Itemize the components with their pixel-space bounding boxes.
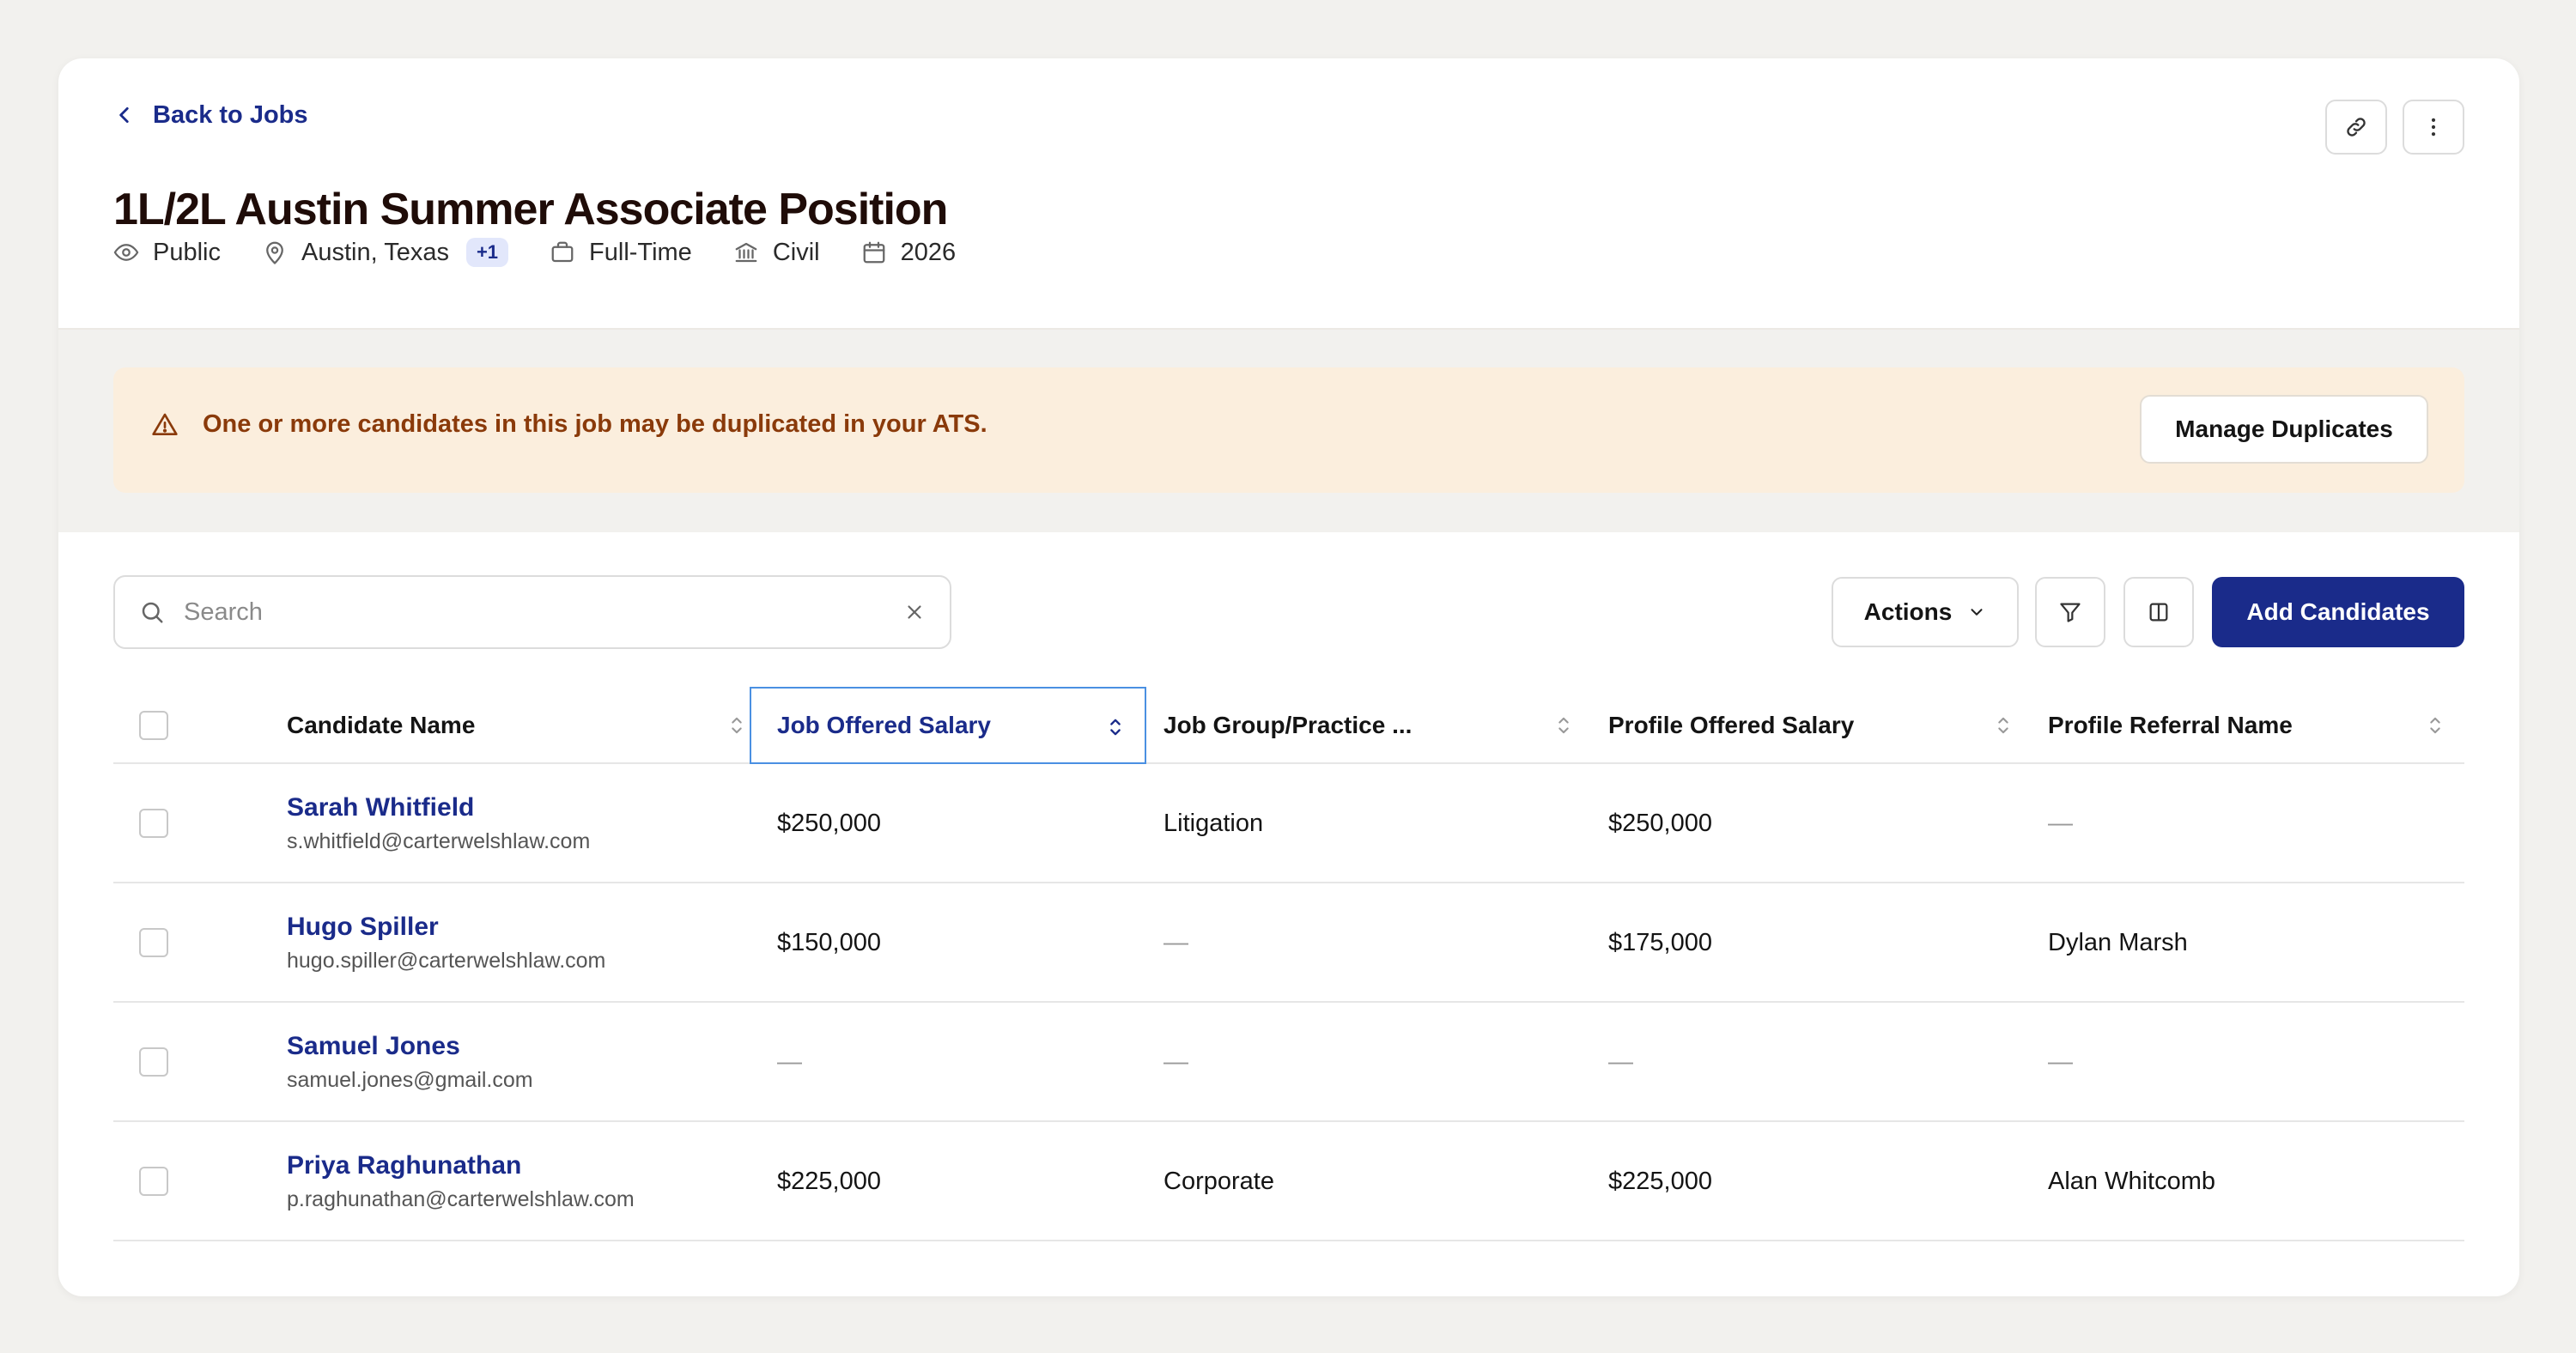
job-title: 1L/2L Austin Summer Associate Position (113, 185, 948, 234)
column-label: Job Group/Practice ... (1163, 712, 1413, 738)
job-detail-card: Back to Jobs 1L/2L Austin Summer Associa… (58, 58, 2519, 1296)
candidates-table: Candidate Name Job Offered Salary Job Gr… (113, 687, 2464, 1241)
year-meta: 2026 (861, 238, 957, 267)
group-cell: — (1163, 929, 1188, 956)
column-label: Profile Referral Name (2048, 712, 2293, 738)
chevron-down-icon (1971, 609, 1983, 616)
link-icon (2347, 118, 2366, 137)
location-label: Austin, Texas (301, 238, 449, 266)
search-box (113, 575, 951, 649)
table-row: Hugo Spiller hugo.spiller@carterwelshlaw… (113, 883, 2464, 1003)
candidate-cell: Priya Raghunathan p.raghunathan@carterwe… (287, 1122, 635, 1241)
sort-icon (1998, 717, 2008, 734)
sort-icon (2430, 717, 2440, 734)
job-salary-cell: $225,000 (777, 1168, 881, 1195)
candidate-name-link[interactable]: Priya Raghunathan (287, 1151, 521, 1180)
search-input[interactable] (184, 598, 903, 627)
banner-area: One or more candidates in this job may b… (58, 330, 2519, 532)
manage-duplicates-button[interactable]: Manage Duplicates (2140, 395, 2428, 464)
filter-button[interactable] (2035, 577, 2105, 647)
more-vertical-icon (2431, 118, 2436, 137)
column-header-job-offered-salary[interactable]: Job Offered Salary (750, 687, 1146, 764)
actions-dropdown-button[interactable]: Actions (1832, 577, 2019, 647)
year-label: 2026 (900, 238, 957, 266)
column-header-candidate-name[interactable]: Candidate Name (113, 687, 766, 764)
table-row: Samuel Jones samuel.jones@gmail.com — — … (113, 1003, 2464, 1122)
column-label: Profile Offered Salary (1608, 712, 1855, 738)
back-to-jobs-label: Back to Jobs (153, 100, 308, 129)
briefcase-icon (551, 241, 574, 263)
column-label: Candidate Name (287, 712, 476, 738)
group-cell: Litigation (1163, 810, 1264, 837)
columns-icon (2149, 603, 2168, 622)
row-checkbox[interactable] (139, 928, 168, 957)
referral-cell: — (2048, 1048, 2073, 1076)
profile-salary-cell: $225,000 (1608, 1168, 1712, 1195)
visibility-label: Public (153, 238, 221, 266)
sort-icon (732, 717, 742, 734)
table-header: Candidate Name Job Offered Salary Job Gr… (113, 687, 2464, 764)
group-cell: Corporate (1163, 1168, 1274, 1195)
chevron-left-icon (119, 107, 129, 123)
calendar-icon (863, 241, 884, 264)
visibility-meta: Public (113, 239, 221, 267)
row-checkbox[interactable] (139, 809, 168, 838)
job-salary-cell: $150,000 (777, 929, 881, 956)
table-row: Sarah Whitfield s.whitfield@carterwelshl… (113, 764, 2464, 883)
referral-cell: — (2048, 810, 2073, 837)
practice-label: Civil (772, 238, 820, 266)
copy-link-button[interactable] (2325, 100, 2387, 155)
profile-salary-cell: $250,000 (1608, 810, 1712, 837)
column-header-job-group-practice[interactable]: Job Group/Practice ... (1146, 687, 1593, 764)
candidate-email: s.whitfield@carterwelshlaw.com (287, 829, 591, 853)
profile-salary-cell: — (1608, 1048, 1633, 1076)
location-more-badge[interactable]: +1 (465, 238, 509, 267)
profile-salary-cell: $175,000 (1608, 929, 1712, 956)
banner-message-group: One or more candidates in this job may b… (151, 410, 987, 439)
candidate-cell: Sarah Whitfield s.whitfield@carterwelshl… (287, 764, 590, 883)
job-salary-cell: — (777, 1048, 802, 1076)
duplicate-warning-banner: One or more candidates in this job may b… (113, 367, 2464, 493)
candidate-email: hugo.spiller@carterwelshlaw.com (287, 949, 606, 973)
row-checkbox[interactable] (139, 1047, 168, 1077)
banner-message: One or more candidates in this job may b… (203, 410, 987, 438)
job-header: Back to Jobs 1L/2L Austin Summer Associa… (58, 58, 2519, 330)
search-icon (142, 602, 163, 623)
job-meta: Public Austin, Texas +1 Full-Time Civil (113, 234, 997, 271)
job-salary-cell: $250,000 (777, 810, 881, 837)
candidate-cell: Samuel Jones samuel.jones@gmail.com (287, 1003, 533, 1122)
actions-label: Actions (1863, 598, 1953, 625)
employment-type-meta: Full-Time (550, 239, 692, 267)
institution-icon (735, 242, 757, 263)
columns-button[interactable] (2123, 577, 2194, 647)
candidate-email: p.raghunathan@carterwelshlaw.com (287, 1187, 635, 1211)
candidate-name-link[interactable]: Samuel Jones (287, 1032, 460, 1061)
candidate-name-link[interactable]: Hugo Spiller (287, 913, 439, 942)
referral-cell: Dylan Marsh (2048, 929, 2188, 956)
group-cell: — (1163, 1048, 1188, 1076)
practice-meta: Civil (733, 239, 820, 267)
add-candidates-button[interactable]: Add Candidates (2212, 577, 2464, 647)
candidate-email: samuel.jones@gmail.com (287, 1068, 533, 1092)
table-row: Priya Raghunathan p.raghunathan@carterwe… (113, 1122, 2464, 1241)
sort-icon (1558, 717, 1569, 734)
map-pin-icon (266, 241, 283, 264)
candidate-name-link[interactable]: Sarah Whitfield (287, 793, 474, 822)
more-options-button[interactable] (2403, 100, 2464, 155)
candidate-cell: Hugo Spiller hugo.spiller@carterwelshlaw… (287, 883, 605, 1003)
clear-search-icon[interactable] (903, 601, 926, 623)
row-checkbox[interactable] (139, 1167, 168, 1196)
sort-icon (1110, 719, 1121, 736)
filter-icon (2060, 603, 2081, 622)
column-header-profile-referral-name[interactable]: Profile Referral Name (2032, 687, 2464, 764)
referral-cell: Alan Whitcomb (2048, 1168, 2216, 1195)
back-to-jobs-link[interactable]: Back to Jobs (113, 98, 308, 132)
column-header-profile-offered-salary[interactable]: Profile Offered Salary (1593, 687, 2032, 764)
employment-type-label: Full-Time (589, 238, 692, 266)
column-label: Job Offered Salary (777, 712, 991, 738)
warning-icon (152, 413, 178, 435)
location-meta: Austin, Texas +1 (262, 238, 509, 267)
eye-icon (113, 244, 139, 261)
